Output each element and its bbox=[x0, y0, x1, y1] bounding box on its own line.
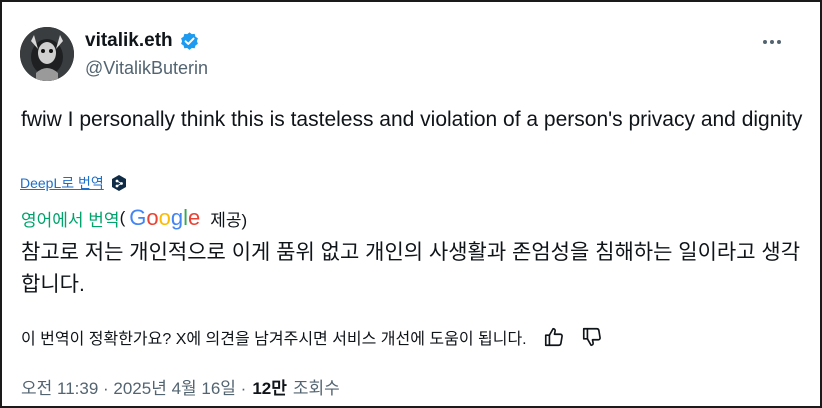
tweet-card: vitalik.eth @VitalikButerin fwiw I perso… bbox=[0, 0, 822, 408]
translation-attribution: 영어에서 번역 ( Google 제공) bbox=[21, 205, 247, 231]
tweet-text: fwiw I personally think this is tasteles… bbox=[21, 108, 803, 131]
deepl-link-label[interactable]: DeepL로 번역 bbox=[20, 173, 104, 193]
feedback-prompt: 이 번역이 정확한가요? X에 의견을 남겨주시면 서비스 개선에 도움이 됩니… bbox=[21, 331, 527, 348]
thumbs-up-icon[interactable] bbox=[543, 326, 565, 348]
author-name-row[interactable]: vitalik.eth bbox=[85, 30, 200, 52]
tweet-meta: 오전 11:39 · 2025년 4월 16일 · 12만 조회수 bbox=[21, 374, 340, 399]
timestamp[interactable]: 오전 11:39 · 2025년 4월 16일 · bbox=[21, 374, 246, 399]
views-label: 조회수 bbox=[292, 379, 340, 398]
provided-by-label: 제공) bbox=[210, 210, 248, 230]
translation-feedback: 이 번역이 정확한가요? X에 의견을 남겨주시면 서비스 개선에 도움이 됩니… bbox=[21, 325, 603, 349]
author-name[interactable]: vitalik.eth bbox=[85, 30, 173, 52]
more-icon[interactable] bbox=[760, 32, 784, 52]
translated-text: 참고로 저는 개인적으로 이게 품위 없고 개인의 사생활과 존엄성을 침해하는… bbox=[21, 241, 801, 296]
author-handle[interactable]: @VitalikButerin bbox=[85, 58, 208, 79]
deepl-translate-link[interactable]: DeepL로 번역 bbox=[20, 173, 128, 193]
deepl-icon bbox=[110, 174, 128, 192]
translated-from-label: 영어에서 번역 bbox=[21, 210, 120, 230]
verified-badge-icon bbox=[179, 31, 200, 52]
open-paren: ( bbox=[119, 208, 126, 227]
views-count: 12만 bbox=[252, 379, 287, 398]
thumbs-down-icon[interactable] bbox=[581, 326, 603, 348]
avatar[interactable] bbox=[20, 27, 74, 81]
google-logo: Google bbox=[129, 205, 201, 230]
